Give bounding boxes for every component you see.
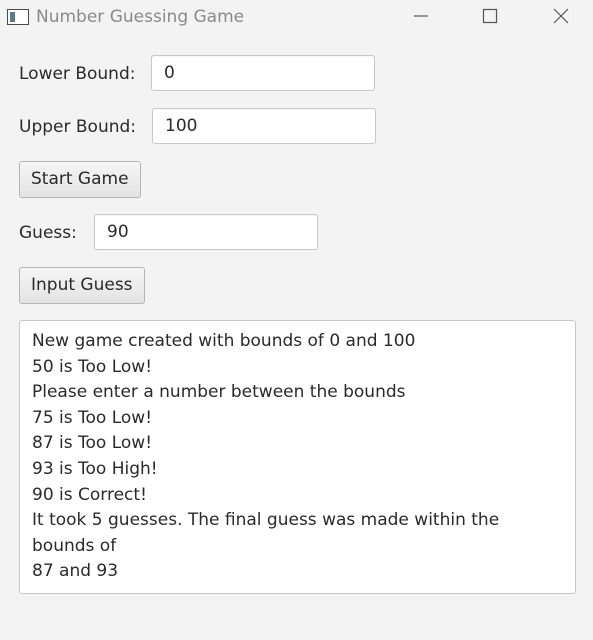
log-line: 50 is Too Low! <box>32 356 153 377</box>
maximize-icon <box>482 8 498 28</box>
log-line: 75 is Too Low! <box>32 407 153 428</box>
log-line: New game created with bounds of 0 and 10… <box>32 331 416 351</box>
app-window-icon <box>7 9 29 25</box>
window-title: Number Guessing Game <box>36 7 245 27</box>
lower-bound-input[interactable]: 0 <box>151 55 375 91</box>
upper-bound-input[interactable]: 100 <box>152 108 376 144</box>
log-line: 87 and 93 <box>32 561 119 582</box>
lower-bound-label: Lower Bound: <box>19 64 136 84</box>
title-bar[interactable]: Number Guessing Game <box>0 0 593 36</box>
minimize-button[interactable] <box>398 0 444 36</box>
input-guess-button[interactable]: Input Guess <box>19 267 145 304</box>
start-game-button[interactable]: Start Game <box>19 161 141 198</box>
upper-bound-label: Upper Bound: <box>19 117 137 137</box>
log-line: 87 is Too Low! <box>32 433 153 454</box>
guess-input[interactable]: 90 <box>94 214 318 250</box>
log-line: 90 is Correct! <box>32 484 147 505</box>
log-line: 93 is Too High! <box>32 458 158 479</box>
maximize-button[interactable] <box>467 0 513 36</box>
close-button[interactable] <box>538 0 584 36</box>
log-line: Please enter a number between the bounds <box>32 382 406 403</box>
minimize-icon <box>413 8 429 28</box>
app-window: Number Guessing Game Lower Bound: 0 Uppe… <box>0 0 593 640</box>
game-log-textarea[interactable]: New game created with bounds of 0 and 10… <box>19 320 576 594</box>
close-icon <box>553 8 569 28</box>
log-line: It took 5 guesses. The final guess was m… <box>32 510 505 556</box>
guess-label: Guess: <box>19 223 77 243</box>
